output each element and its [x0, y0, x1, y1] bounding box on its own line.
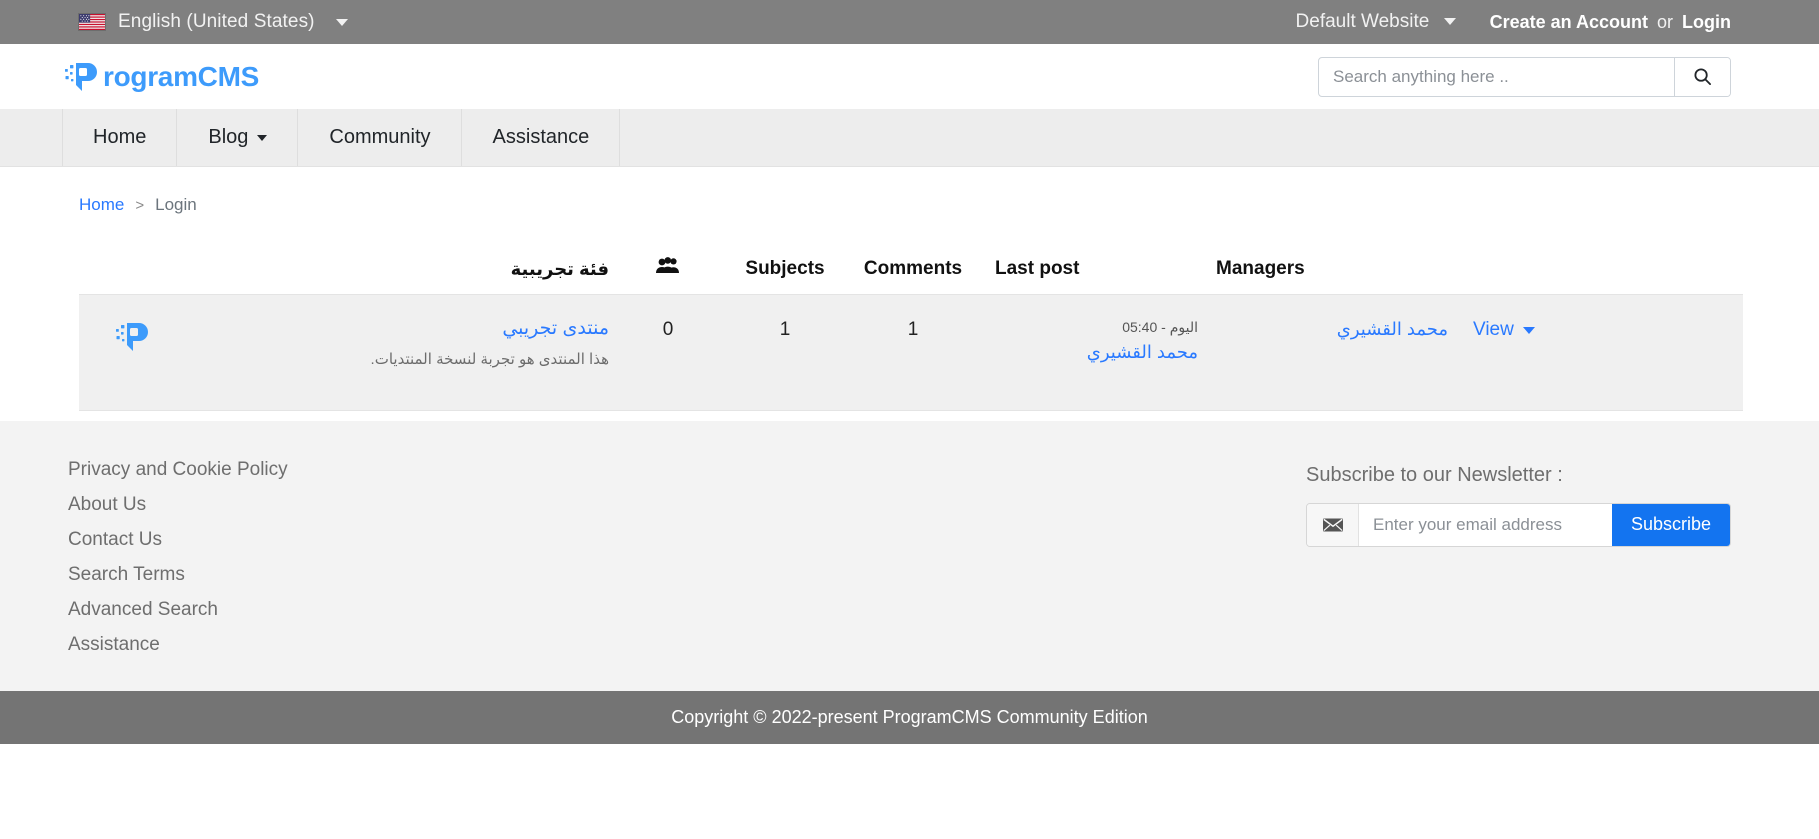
- nav-item-label: Community: [329, 126, 431, 148]
- forum-comments-count: 1: [907, 319, 919, 340]
- manager-link[interactable]: محمد القشيري: [1337, 319, 1448, 339]
- site-header: rogramCMS: [0, 44, 1819, 109]
- last-post-date: اليوم - 05:40: [1122, 319, 1198, 335]
- view-dropdown-label: View: [1473, 319, 1514, 340]
- chevron-down-icon: [1522, 326, 1535, 334]
- envelope-icon: [1322, 518, 1343, 532]
- copyright-text: Copyright © 2022-present ProgramCMS Comm…: [671, 706, 1148, 727]
- us-flag-icon: [78, 13, 106, 31]
- chevron-down-icon: [257, 134, 268, 141]
- newsletter-email-input[interactable]: [1359, 503, 1612, 546]
- or-separator: or: [1656, 11, 1673, 32]
- column-header-subjects: Subjects: [745, 258, 825, 279]
- forum-users-count: 0: [662, 319, 674, 340]
- website-switcher[interactable]: Default Website: [1296, 11, 1456, 33]
- last-post-author-link[interactable]: محمد القشيري: [995, 342, 1198, 363]
- subscribe-button[interactable]: Subscribe: [1611, 503, 1730, 546]
- nav-item-blog[interactable]: Blog: [177, 109, 299, 166]
- nav-item-community[interactable]: Community: [298, 109, 462, 166]
- breadcrumb-home-link[interactable]: Home: [79, 195, 124, 215]
- breadcrumb: Home > Login: [0, 167, 1819, 215]
- breadcrumb-separator: >: [135, 196, 145, 214]
- forum-description: هذا المنتدى هو تجربة لنسخة المنتديات.: [370, 350, 609, 368]
- login-link[interactable]: Login: [1682, 12, 1731, 32]
- footer-link-privacy[interactable]: Privacy and Cookie Policy: [68, 459, 288, 481]
- column-header-last-post: Last post: [995, 258, 1080, 279]
- nav-item-label: Assistance: [492, 126, 590, 148]
- forum-last-post: اليوم - 05:40 محمد القشيري: [983, 317, 1198, 363]
- footer-link-about[interactable]: About Us: [68, 494, 288, 516]
- footer-link-advanced-search[interactable]: Advanced Search: [68, 599, 288, 621]
- copyright-bar: Copyright © 2022-present ProgramCMS Comm…: [0, 690, 1819, 744]
- forum-table-header: فئة تجريبية Subjects Comments Last post …: [79, 257, 1743, 295]
- site-logo[interactable]: rogramCMS: [62, 60, 259, 94]
- forum-actions: View: [1448, 317, 1743, 341]
- column-header-users: [609, 257, 727, 280]
- top-utility-bar: English (United States) Default Website …: [0, 0, 1819, 44]
- chevron-down-icon: [1443, 18, 1456, 26]
- forum-subjects-count: 1: [779, 319, 791, 340]
- nav-item-label: Blog: [208, 126, 249, 148]
- search-icon: [1694, 68, 1712, 86]
- forum-managers: محمد القشيري: [1198, 317, 1448, 340]
- topbar-right-group: Default Website Create an Account or Log…: [1296, 11, 1731, 33]
- search-input[interactable]: [1319, 57, 1674, 96]
- search-button[interactable]: [1674, 57, 1730, 96]
- site-footer: Privacy and Cookie Policy About Us Conta…: [0, 420, 1819, 691]
- footer-links: Privacy and Cookie Policy About Us Conta…: [68, 459, 288, 656]
- table-row: منتدى تجريبي هذا المنتدى هو تجربة لنسخة …: [79, 295, 1743, 411]
- breadcrumb-current: Login: [155, 195, 197, 214]
- programcms-p-icon: [65, 62, 97, 91]
- account-links: Create an Account or Login: [1490, 12, 1731, 33]
- users-icon: [656, 257, 679, 273]
- chevron-down-icon: [335, 18, 348, 26]
- envelope-addon: [1307, 503, 1359, 546]
- main-navigation: Home Blog Community Assistance: [0, 109, 1819, 167]
- newsletter-form: Subscribe: [1306, 502, 1731, 547]
- search-form: [1318, 56, 1731, 97]
- footer-link-assistance[interactable]: Assistance: [68, 634, 288, 656]
- newsletter-title: Subscribe to our Newsletter :: [1306, 463, 1563, 486]
- create-account-link[interactable]: Create an Account: [1490, 12, 1648, 32]
- forum-link[interactable]: منتدى تجريبي: [175, 317, 609, 342]
- column-header-managers: Managers: [1216, 258, 1305, 279]
- forum-title-cell: منتدى تجريبي هذا المنتدى هو تجربة لنسخة …: [79, 317, 609, 370]
- language-switcher[interactable]: English (United States): [78, 11, 348, 33]
- nav-item-home[interactable]: Home: [62, 109, 178, 166]
- forum-table: فئة تجريبية Subjects Comments Last post …: [79, 257, 1743, 411]
- language-label: English (United States): [118, 11, 315, 32]
- forum-title-block: منتدى تجريبي هذا المنتدى هو تجربة لنسخة …: [175, 317, 609, 370]
- nav-item-label: Home: [93, 126, 147, 148]
- programcms-p-icon: [116, 323, 148, 351]
- footer-link-search-terms[interactable]: Search Terms: [68, 564, 288, 586]
- footer-link-contact[interactable]: Contact Us: [68, 529, 288, 551]
- main-content: فئة تجريبية Subjects Comments Last post …: [0, 215, 1819, 411]
- column-header-category: فئة تجريبية: [510, 259, 609, 279]
- nav-item-assistance[interactable]: Assistance: [462, 109, 621, 166]
- column-header-comments: Comments: [863, 258, 963, 279]
- newsletter-section: Subscribe to our Newsletter : Subscribe: [1306, 459, 1731, 547]
- site-logo-text: rogramCMS: [103, 60, 259, 92]
- view-dropdown-button[interactable]: View: [1473, 319, 1535, 341]
- website-switcher-label: Default Website: [1295, 11, 1430, 32]
